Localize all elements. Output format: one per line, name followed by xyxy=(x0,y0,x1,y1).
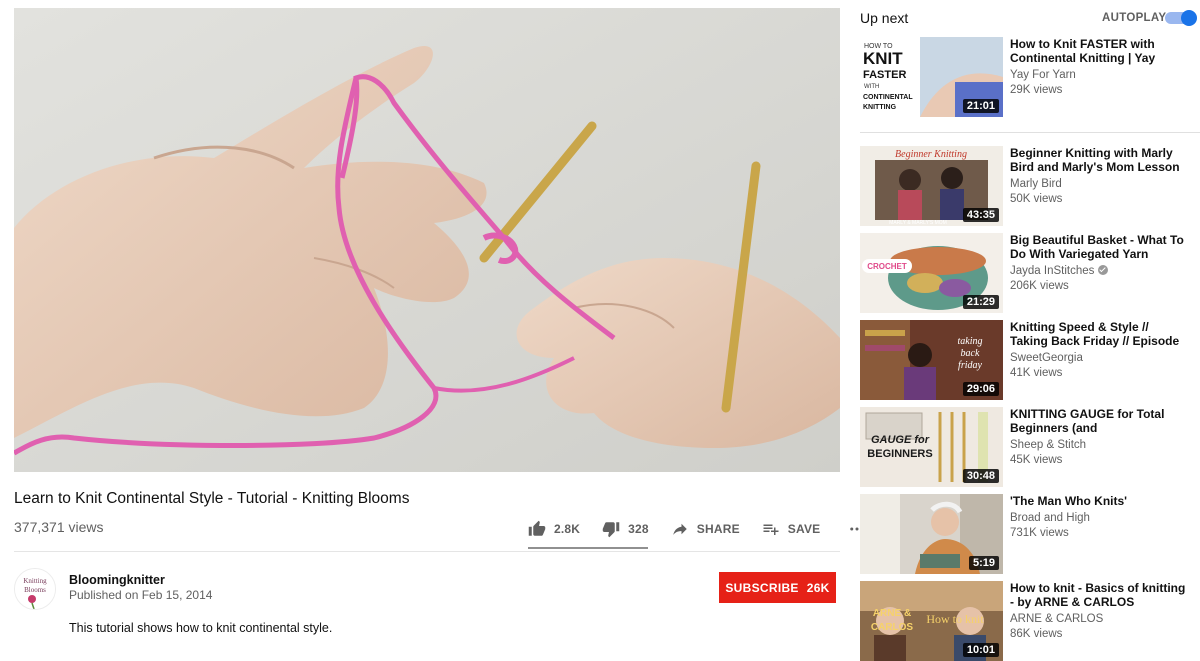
thumb-text: ARNE & xyxy=(873,608,911,619)
up-next-label: Up next xyxy=(860,10,909,26)
playlist-add-icon xyxy=(763,524,779,535)
video-thumbnail[interactable]: 5:19 xyxy=(860,494,1003,574)
share-icon xyxy=(673,523,687,535)
toggle-knob xyxy=(1181,10,1197,26)
save-button[interactable]: SAVE xyxy=(762,520,821,538)
thumb-text: KNIT xyxy=(863,49,903,68)
video-thumbnail[interactable]: taking back friday 29:06 xyxy=(860,320,1003,400)
thumb-text: CONTINENTAL xyxy=(863,94,913,101)
channel-name: ARNE & CARLOS xyxy=(1010,613,1104,625)
channel-name: Broad and High xyxy=(1010,512,1090,524)
sidebar-divider xyxy=(860,132,1200,133)
video-thumbnail[interactable]: HOW TO KNIT FASTER WITH CONTINENTAL KNIT… xyxy=(860,37,1003,117)
video-title[interactable]: Beginner Knitting with Marly Bird and Ma… xyxy=(1010,146,1186,174)
view-count: 41K views xyxy=(1010,367,1063,379)
thumb-text: back xyxy=(961,348,980,359)
video-title[interactable]: How to Knit FASTER with Continental Knit… xyxy=(1010,37,1186,65)
recommended-video[interactable]: GAUGE for BEGINNERS 30:48 KNITTING GAUGE… xyxy=(860,407,1200,487)
recommended-video[interactable]: Beginner Knitting MARLY & MARLY'S MOM 43… xyxy=(860,146,1200,226)
recommended-video[interactable]: CROCHET 21:29 Big Beautiful Basket - Wha… xyxy=(860,233,1200,313)
subscriber-count: 26K xyxy=(806,580,830,595)
subscribe-label: SUBSCRIBE xyxy=(725,580,799,595)
thumb-text: Beginner Knitting xyxy=(895,149,967,160)
view-count: 45K views xyxy=(1010,454,1063,466)
thumb-text: CROCHET xyxy=(867,262,907,271)
share-button[interactable]: SHARE xyxy=(671,520,740,538)
video-actions: 2.8K 328 SHARE SAVE xyxy=(528,518,874,540)
video-title[interactable]: How to knit - Basics of knitting - by AR… xyxy=(1010,581,1186,609)
channel-logo: Knitting Blooms xyxy=(15,569,55,609)
video-duration: 21:29 xyxy=(962,295,999,309)
channel-name: SweetGeorgia xyxy=(1010,352,1083,364)
video-thumbnail[interactable]: Beginner Knitting MARLY & MARLY'S MOM 43… xyxy=(860,146,1003,226)
video-duration: 29:06 xyxy=(962,382,999,396)
channel-name: Yay For Yarn xyxy=(1010,69,1076,81)
recommended-video[interactable]: ARNE & CARLOS How to knit 10:01 How to k… xyxy=(860,581,1200,661)
verified-icon xyxy=(1098,265,1109,275)
channel-name: Marly Bird xyxy=(1010,178,1062,190)
video-title: Learn to Knit Continental Style - Tutori… xyxy=(14,490,410,507)
thumb-text: taking xyxy=(958,336,983,347)
video-frame xyxy=(14,8,840,472)
subscribe-button[interactable]: SUBSCRIBE 26K xyxy=(719,572,836,603)
channel-name: Jayda InStitches xyxy=(1010,265,1109,277)
like-button[interactable]: 2.8K xyxy=(528,520,580,538)
video-title[interactable]: Knitting Speed & Style // Taking Back Fr… xyxy=(1010,320,1186,348)
sentiment-bar xyxy=(528,547,648,549)
video-duration: 30:48 xyxy=(962,469,999,483)
video-description: This tutorial shows how to knit continen… xyxy=(69,621,333,635)
channel-name-text: Jayda InStitches xyxy=(1010,265,1095,277)
view-count: 29K views xyxy=(1010,84,1063,96)
thumbs-down-icon xyxy=(602,522,620,538)
view-count: 731K views xyxy=(1010,527,1069,539)
view-count: 377,371 views xyxy=(14,519,104,535)
autoplay-toggle[interactable] xyxy=(1165,10,1199,26)
thumb-text: CARLOS xyxy=(871,622,914,633)
sentiment-bar-fill xyxy=(528,547,636,549)
recommended-video[interactable]: HOW TO KNIT FASTER WITH CONTINENTAL KNIT… xyxy=(860,37,1200,117)
video-title[interactable]: Big Beautiful Basket - What To Do With V… xyxy=(1010,233,1186,261)
thumb-text: friday xyxy=(958,360,982,371)
thumb-text: GAUGE for xyxy=(871,434,930,446)
video-player[interactable] xyxy=(14,8,840,472)
dislike-button[interactable]: 328 xyxy=(602,520,649,538)
recommended-video[interactable]: 5:19 'The Man Who Knits' Broad and High … xyxy=(860,494,1200,574)
channel-avatar[interactable]: Knitting Blooms xyxy=(14,568,56,610)
recommended-video[interactable]: taking back friday 29:06 Knitting Speed … xyxy=(860,320,1200,400)
video-duration: 43:35 xyxy=(962,208,999,222)
dislike-count: 328 xyxy=(628,522,649,536)
share-label: SHARE xyxy=(696,522,740,536)
channel-name: Sheep & Stitch xyxy=(1010,439,1087,451)
thumb-text: MARLY & MARLY'S MOM xyxy=(889,220,947,226)
thumb-text: FASTER xyxy=(863,69,906,81)
channel-name[interactable]: Bloomingknitter xyxy=(69,573,165,587)
video-duration: 21:01 xyxy=(962,99,999,113)
autoplay-label: AUTOPLAY xyxy=(1102,12,1167,24)
svg-text:Blooms: Blooms xyxy=(24,586,46,594)
publish-date: Published on Feb 15, 2014 xyxy=(69,588,213,602)
view-count: 206K views xyxy=(1010,280,1069,292)
video-duration: 10:01 xyxy=(962,643,999,657)
view-count: 86K views xyxy=(1010,628,1063,640)
video-thumbnail[interactable]: GAUGE for BEGINNERS 30:48 xyxy=(860,407,1003,487)
thumb-text: How to knit xyxy=(926,612,984,626)
thumb-text: BEGINNERS xyxy=(867,448,932,460)
save-label: SAVE xyxy=(787,522,821,536)
like-count: 2.8K xyxy=(554,522,581,536)
video-thumbnail[interactable]: ARNE & CARLOS How to knit 10:01 xyxy=(860,581,1003,661)
video-thumbnail[interactable]: CROCHET 21:29 xyxy=(860,233,1003,313)
view-count: 50K views xyxy=(1010,193,1063,205)
video-title[interactable]: KNITTING GAUGE for Total Beginners (and … xyxy=(1010,407,1186,435)
video-title[interactable]: 'The Man Who Knits' xyxy=(1010,494,1186,508)
thumbs-up-icon xyxy=(528,520,546,536)
divider xyxy=(14,551,840,552)
thumb-text: KNITTING xyxy=(863,104,897,111)
video-duration: 5:19 xyxy=(968,556,999,570)
thumb-text: WITH xyxy=(864,84,879,90)
svg-text:Knitting: Knitting xyxy=(23,577,47,585)
